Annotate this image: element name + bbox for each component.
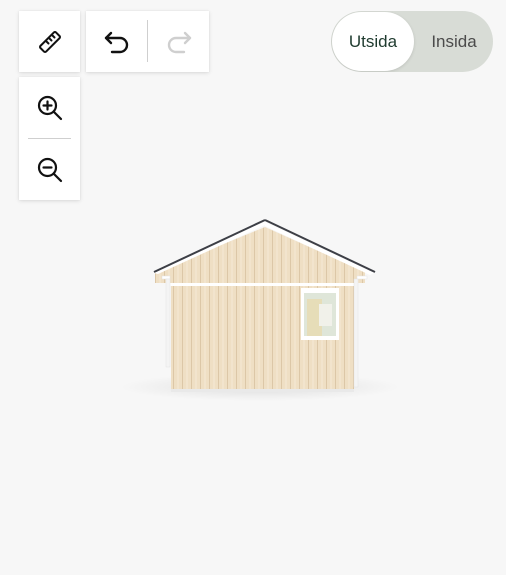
toggle-outside-label: Utsida xyxy=(348,31,398,51)
view-toggle: Utsida Insida xyxy=(331,11,493,72)
zoom-in-icon xyxy=(36,94,64,122)
undo-button[interactable] xyxy=(86,11,147,72)
ruler-icon xyxy=(36,28,64,56)
house-model xyxy=(120,219,400,401)
toggle-inside[interactable]: Insida xyxy=(415,11,493,72)
foundation xyxy=(171,389,354,392)
zoom-in-button[interactable] xyxy=(19,77,80,138)
downpipe-right xyxy=(353,278,359,388)
history-card xyxy=(86,11,209,72)
window-reflection xyxy=(319,304,332,326)
downpipe-left xyxy=(165,278,171,368)
toggle-inside-label: Insida xyxy=(431,31,477,51)
gutter-left xyxy=(161,275,171,280)
zoom-out-button[interactable] xyxy=(19,139,80,200)
undo-icon xyxy=(102,28,132,56)
redo-button[interactable] xyxy=(148,11,209,72)
measure-tool-card xyxy=(19,11,80,72)
toggle-outside[interactable]: Utsida xyxy=(332,12,414,71)
zoom-card xyxy=(19,77,80,200)
zoom-out-icon xyxy=(36,156,64,184)
redo-icon xyxy=(164,28,194,56)
measure-button[interactable] xyxy=(19,11,80,72)
house-3d-viewport[interactable] xyxy=(110,205,410,405)
gutter-right xyxy=(356,275,368,280)
eave-band xyxy=(168,283,358,286)
